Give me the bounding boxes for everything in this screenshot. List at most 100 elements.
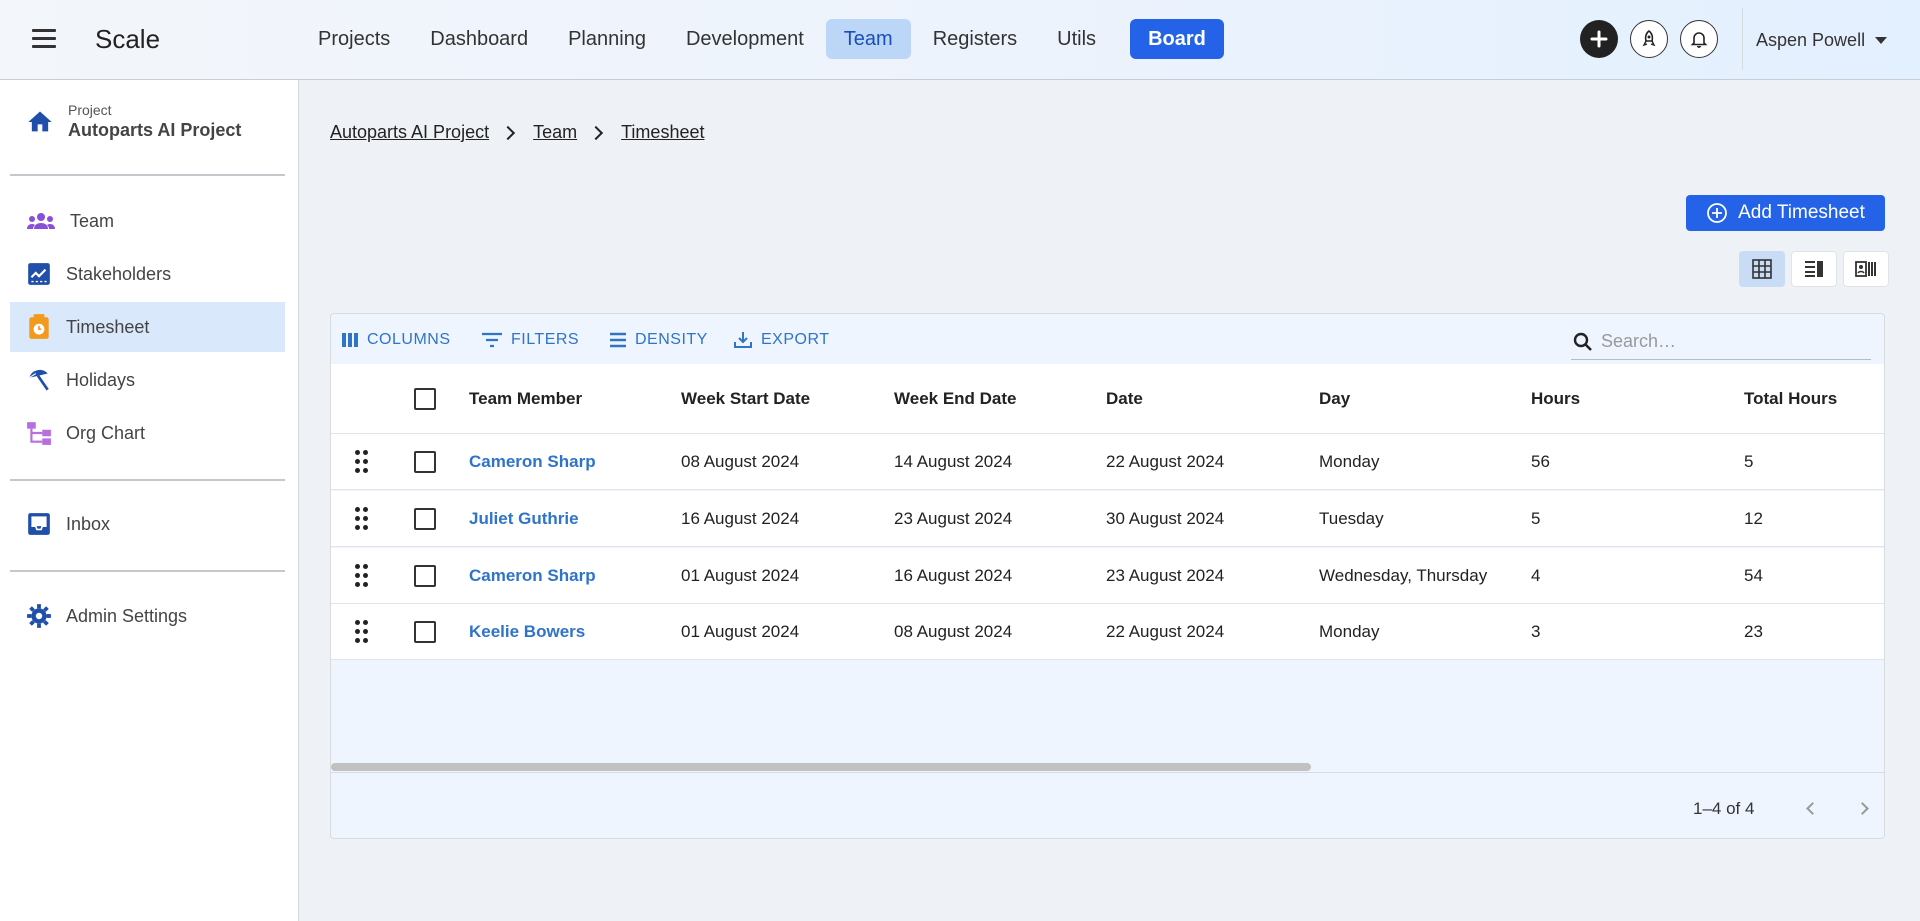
sidebar-item-label: Stakeholders — [66, 263, 172, 284]
sidebar-item-label: Inbox — [66, 513, 111, 534]
rocket-icon[interactable] — [1630, 20, 1668, 58]
column-header-week-start[interactable]: Week Start Date — [681, 389, 810, 409]
sidebar-divider — [10, 570, 285, 572]
hours-cell: 5 — [1531, 509, 1541, 528]
column-header-date[interactable]: Date — [1106, 389, 1143, 409]
sidebar-item-holidays[interactable]: Holidays — [10, 355, 285, 405]
density-button[interactable]: DENSITY — [609, 331, 708, 349]
nav-registers[interactable]: Registers — [915, 19, 1035, 59]
sidebar-item-label: Holidays — [66, 369, 136, 390]
breadcrumb-project[interactable]: Autoparts AI Project — [330, 122, 489, 143]
column-header-week-end[interactable]: Week End Date — [894, 389, 1017, 409]
search-box — [1571, 324, 1871, 360]
sidebar-item-org-chart[interactable]: Org Chart — [10, 408, 285, 458]
sidebar-item-label: Timesheet — [66, 316, 150, 337]
export-label: EXPORT — [761, 331, 830, 348]
row-checkbox[interactable] — [414, 621, 436, 643]
main-nav: Projects Dashboard Planning Development … — [300, 19, 1228, 59]
columns-label: COLUMNS — [367, 331, 451, 348]
drag-handle-icon[interactable] — [355, 620, 369, 644]
breadcrumb-team[interactable]: Team — [533, 122, 577, 143]
horizontal-scrollbar[interactable] — [331, 763, 1311, 771]
org-chart-icon — [27, 422, 51, 445]
nav-utils[interactable]: Utils — [1039, 19, 1114, 59]
add-timesheet-button[interactable]: Add Timesheet — [1686, 195, 1885, 231]
row-checkbox[interactable] — [414, 508, 436, 530]
sidebar-item-timesheet[interactable]: Timesheet — [10, 302, 285, 352]
project-selector[interactable]: Project Autoparts AI Project — [26, 100, 241, 141]
sidebar-item-label: Admin Settings — [66, 605, 188, 626]
user-name: Aspen Powell — [1756, 30, 1866, 50]
drag-handle-icon[interactable] — [355, 564, 369, 588]
team-member-link[interactable]: Cameron Sharp — [469, 566, 596, 586]
sidebar-item-label: Team — [70, 210, 115, 231]
columns-icon — [342, 333, 358, 347]
next-page-button[interactable] — [1849, 795, 1875, 821]
team-member-link[interactable]: Keelie Bowers — [469, 622, 585, 642]
nav-board-button[interactable]: Board — [1130, 19, 1224, 59]
table-row[interactable]: Cameron Sharp 01 August 2024 16 August 2… — [331, 548, 1884, 604]
column-header-day[interactable]: Day — [1319, 389, 1350, 409]
chevron-right-icon — [589, 125, 604, 140]
hours-cell: 56 — [1531, 452, 1550, 471]
card-view-button[interactable] — [1843, 251, 1889, 287]
total-hours-cell: 12 — [1744, 509, 1763, 528]
list-view-button[interactable] — [1791, 251, 1837, 287]
gear-icon — [27, 604, 51, 628]
nav-team[interactable]: Team — [825, 19, 911, 59]
nav-projects[interactable]: Projects — [300, 19, 408, 59]
column-header-team-member[interactable]: Team Member — [469, 389, 582, 409]
table-row[interactable]: Keelie Bowers 01 August 2024 08 August 2… — [331, 604, 1884, 660]
sidebar-item-stakeholders[interactable]: Stakeholders — [10, 249, 285, 299]
filter-icon — [482, 332, 502, 348]
plus-icon[interactable] — [1580, 20, 1618, 58]
select-all-checkbox[interactable] — [414, 388, 436, 410]
chart-icon — [28, 263, 50, 285]
user-menu[interactable]: Aspen Powell — [1756, 30, 1888, 51]
filters-button[interactable]: FILTERS — [481, 331, 579, 349]
team-member-link[interactable]: Cameron Sharp — [469, 452, 596, 472]
hours-cell: 3 — [1531, 622, 1541, 641]
sidebar-item-inbox[interactable]: Inbox — [10, 499, 285, 549]
drag-handle-icon[interactable] — [355, 507, 369, 531]
density-label: DENSITY — [635, 331, 708, 348]
total-hours-cell: 54 — [1744, 566, 1763, 585]
drag-handle-icon[interactable] — [355, 450, 369, 474]
sidebar-item-team[interactable]: Team — [10, 196, 285, 246]
nav-development[interactable]: Development — [668, 19, 822, 59]
table-row[interactable]: Juliet Guthrie 16 August 2024 23 August … — [331, 491, 1884, 547]
date-cell: 22 August 2024 — [1106, 622, 1225, 641]
grid-icon — [1752, 259, 1772, 279]
menu-icon[interactable] — [32, 29, 56, 49]
breadcrumb: Autoparts AI Project Team Timesheet — [330, 122, 704, 143]
search-input[interactable] — [1601, 331, 1861, 352]
sidebar-divider — [10, 479, 285, 481]
nav-dashboard[interactable]: Dashboard — [412, 19, 546, 59]
columns-button[interactable]: COLUMNS — [341, 331, 451, 349]
view-toggle-group — [1739, 251, 1889, 287]
card-view-icon — [1855, 261, 1876, 277]
week-end-cell: 16 August 2024 — [894, 566, 1013, 585]
row-checkbox[interactable] — [414, 451, 436, 473]
bell-icon[interactable] — [1680, 20, 1718, 58]
team-member-link[interactable]: Juliet Guthrie — [469, 509, 579, 529]
breadcrumb-timesheet[interactable]: Timesheet — [621, 122, 704, 143]
previous-page-button[interactable] — [1799, 795, 1825, 821]
sidebar-item-label: Org Chart — [66, 422, 146, 443]
nav-planning[interactable]: Planning — [550, 19, 664, 59]
grid-view-button[interactable] — [1739, 251, 1785, 287]
hours-cell: 4 — [1531, 566, 1541, 585]
timesheet-grid: COLUMNS FILTERS DENSITY EXPORT Team Memb… — [330, 313, 1885, 839]
grid-footer: 1–4 of 4 — [331, 772, 1884, 838]
timesheet-icon — [29, 314, 49, 339]
column-header-hours[interactable]: Hours — [1531, 389, 1580, 409]
week-end-cell: 08 August 2024 — [894, 622, 1013, 641]
export-button[interactable]: EXPORT — [733, 331, 830, 349]
chevron-right-icon — [501, 125, 516, 140]
table-header: Team Member Week Start Date Week End Dat… — [331, 364, 1884, 434]
column-header-total-hours[interactable]: Total Hours — [1744, 389, 1837, 409]
sidebar-item-admin-settings[interactable]: Admin Settings — [10, 591, 285, 641]
row-checkbox[interactable] — [414, 565, 436, 587]
table-row[interactable]: Cameron Sharp 08 August 2024 14 August 2… — [331, 434, 1884, 490]
day-cell: Tuesday — [1319, 509, 1384, 528]
